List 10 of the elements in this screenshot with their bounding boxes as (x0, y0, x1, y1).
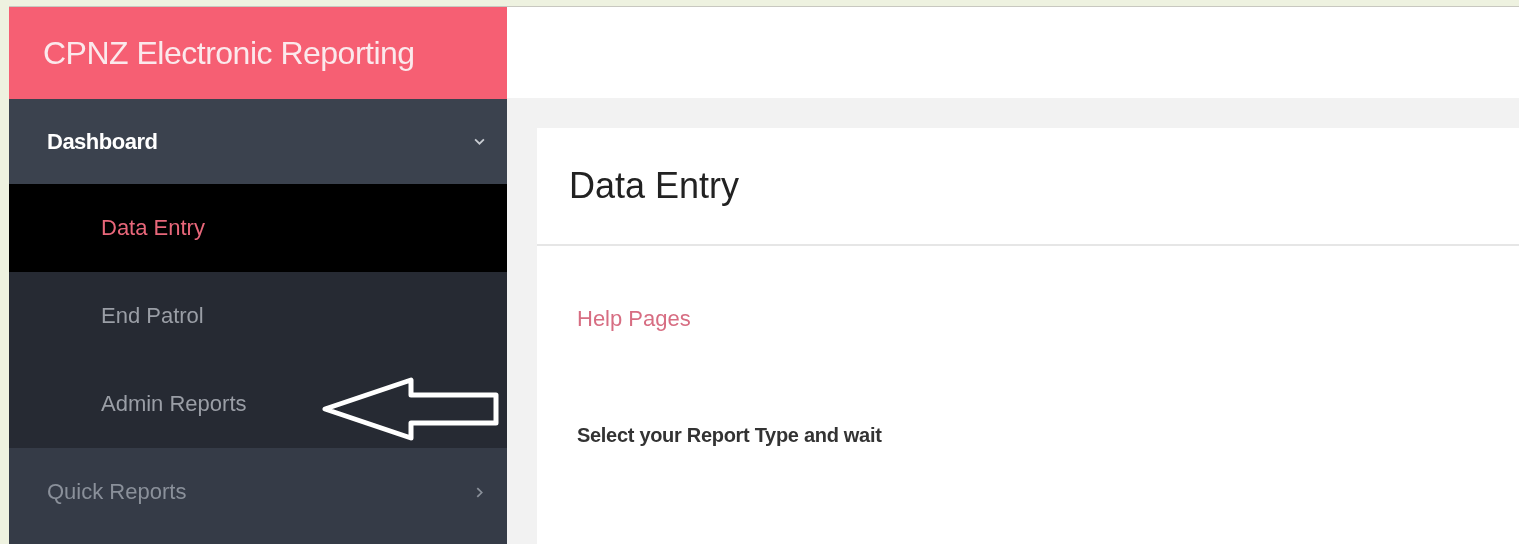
help-link[interactable]: Help Pages (577, 306, 691, 332)
instruction-text: Select your Report Type and wait (577, 424, 882, 447)
submenu-item[interactable]: End Patrol (9, 272, 507, 360)
chevron-down-icon (474, 136, 485, 147)
app-title: CPNZ Electronic Reporting (9, 7, 507, 99)
submenu-item[interactable]: Data Entry (9, 184, 507, 272)
submenu-item[interactable]: Admin Reports (9, 360, 507, 448)
page-title: Data Entry (569, 165, 740, 207)
sidebar-item[interactable]: Dashboard (9, 99, 507, 184)
chevron-right-icon (474, 486, 485, 498)
